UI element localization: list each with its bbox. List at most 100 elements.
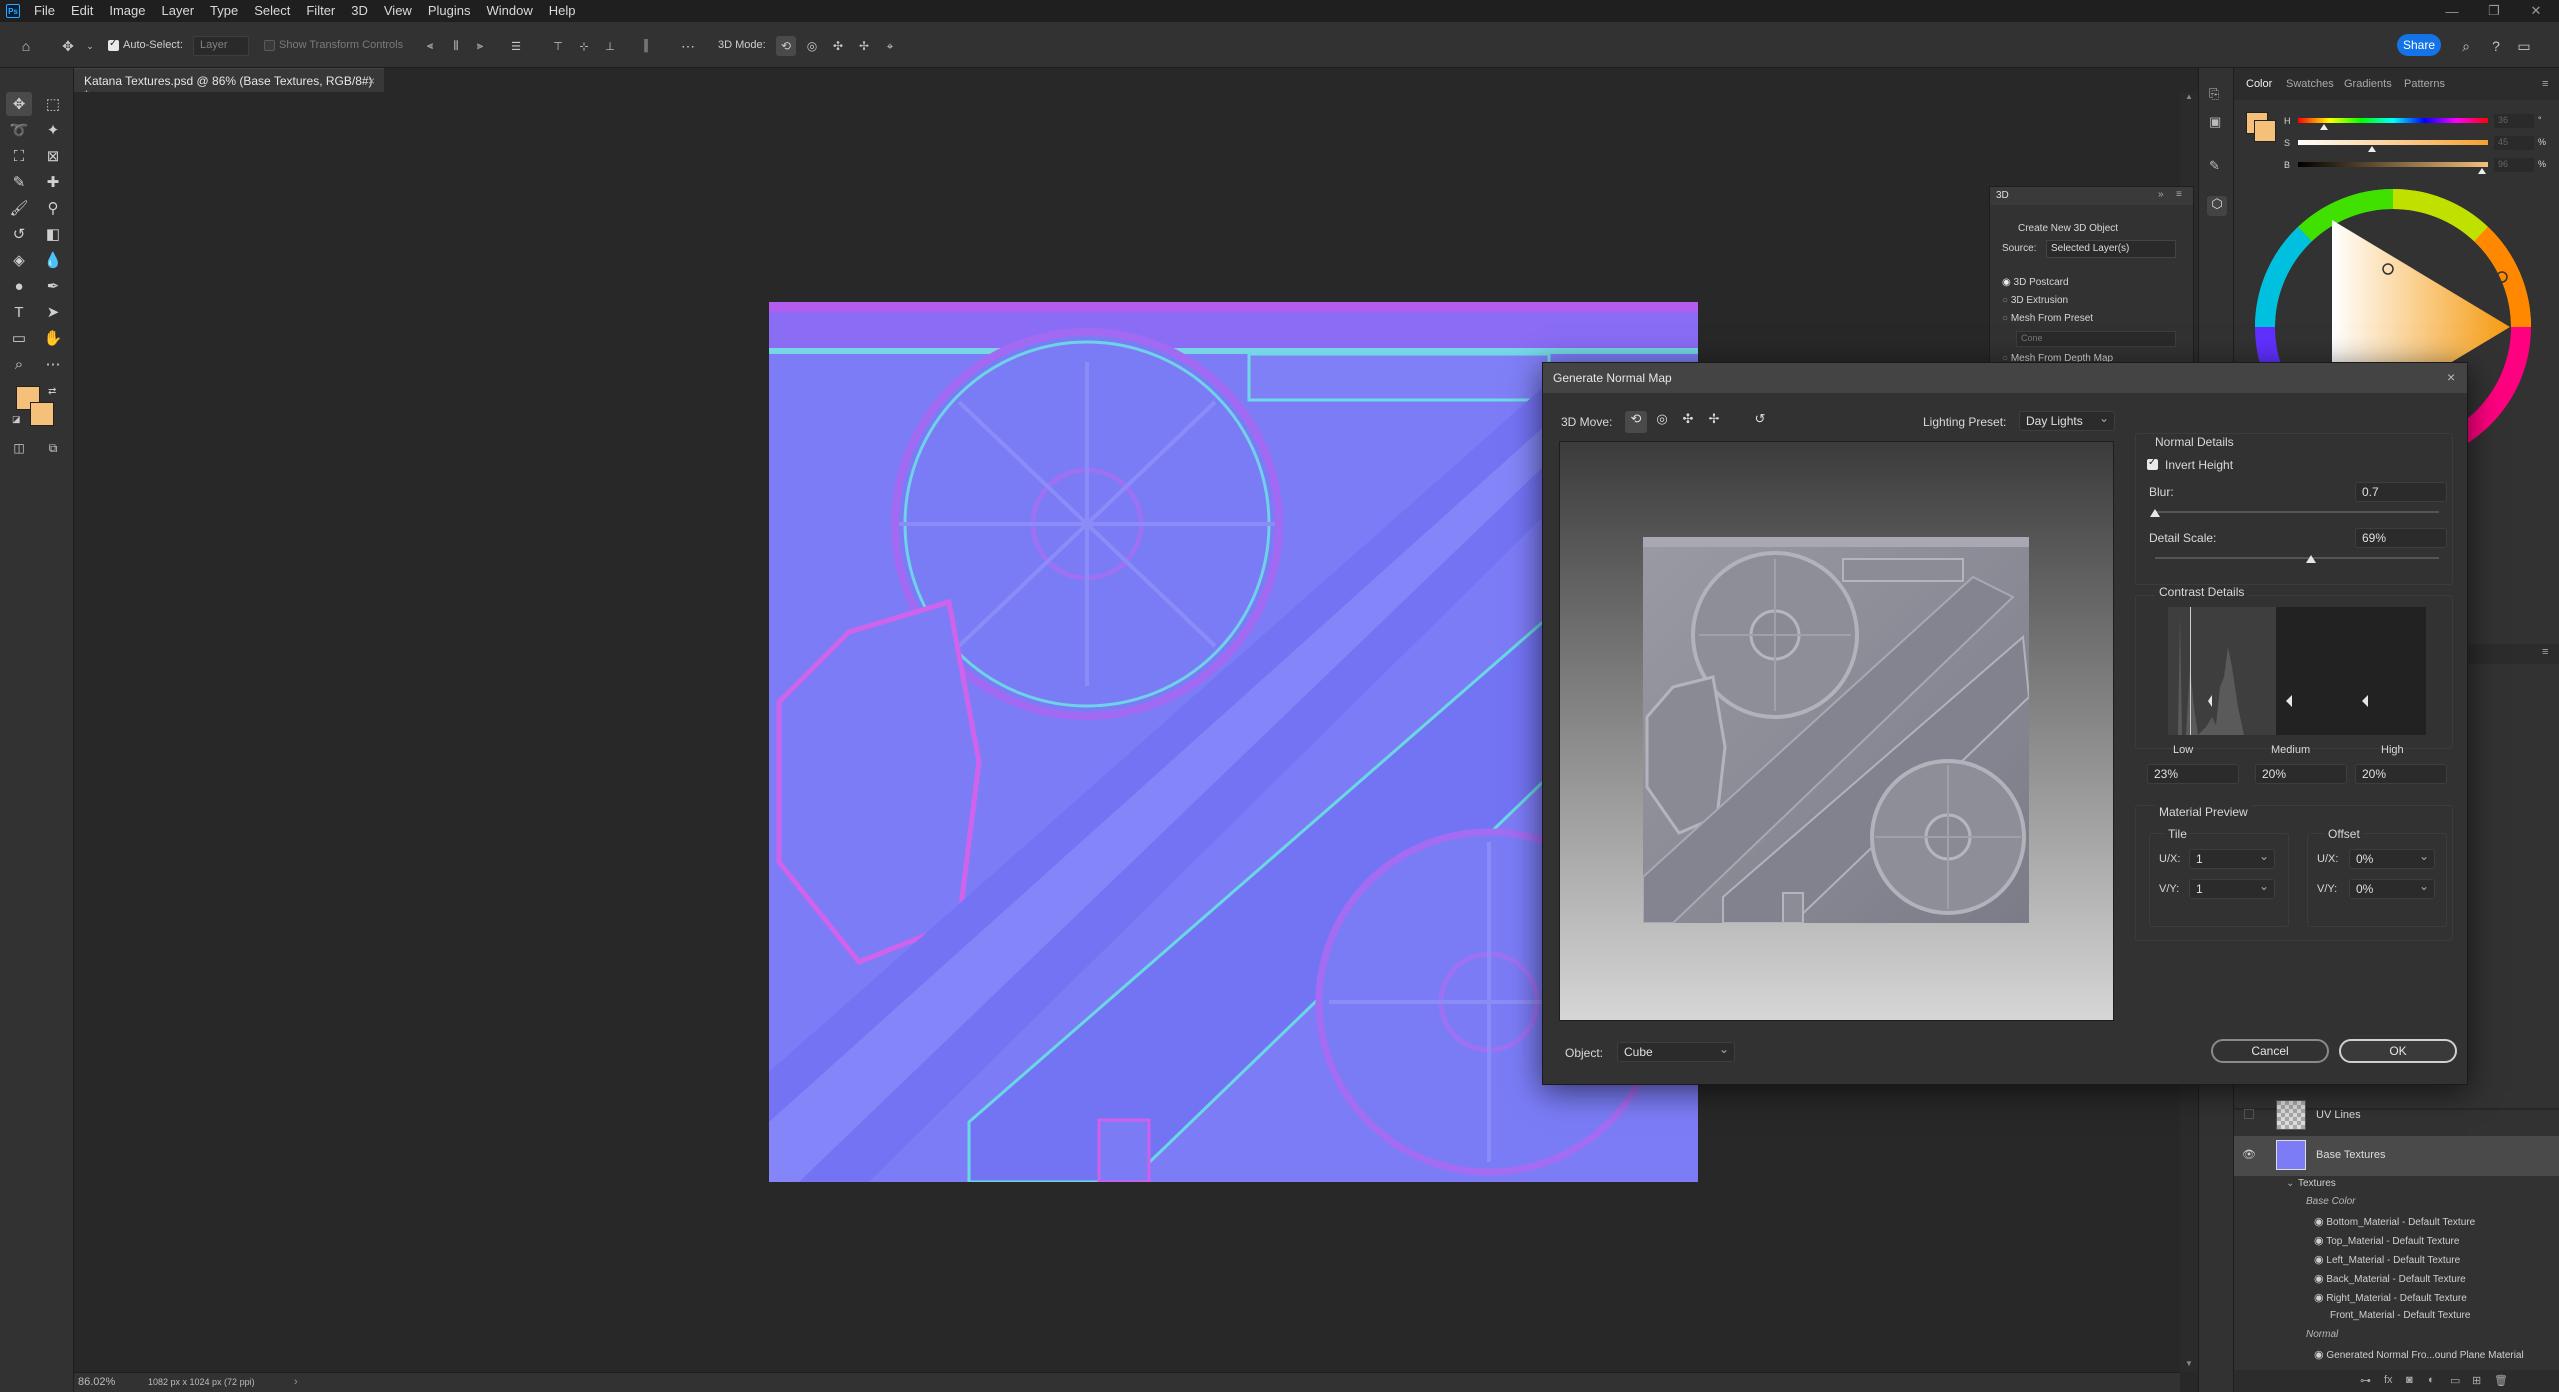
- minimize-button[interactable]: —: [2431, 0, 2473, 22]
- hue-value[interactable]: 36: [2494, 114, 2534, 128]
- 3d-roll-icon[interactable]: ◎: [802, 36, 822, 56]
- auto-select-checkbox[interactable]: [108, 38, 119, 54]
- background-color-swatch[interactable]: [30, 402, 54, 426]
- zoom-tool-icon[interactable]: ⌕: [6, 352, 32, 376]
- blur-tool-icon[interactable]: 💧: [40, 248, 66, 272]
- menu-3d[interactable]: 3D: [343, 0, 376, 22]
- layer-row-base-textures[interactable]: 👁 Base Textures: [2234, 1136, 2559, 1176]
- menu-plugins[interactable]: Plugins: [420, 0, 479, 22]
- align-left-icon[interactable]: ⫷: [420, 36, 440, 56]
- menu-help[interactable]: Help: [541, 0, 584, 22]
- saturation-value[interactable]: 45: [2494, 136, 2534, 150]
- tile-ux-input[interactable]: 1: [2189, 849, 2275, 869]
- visibility-toggle-off[interactable]: [2244, 1109, 2254, 1119]
- hue-slider[interactable]: [2298, 118, 2488, 123]
- rectangle-tool-icon[interactable]: ▭: [6, 326, 32, 350]
- transform-controls-checkbox[interactable]: [264, 40, 275, 54]
- collapse-panel-icon[interactable]: »: [2158, 189, 2164, 200]
- move-tool-icon[interactable]: ✥: [58, 36, 78, 56]
- move-tool-icon[interactable]: ✥: [6, 92, 32, 116]
- scroll-up-icon[interactable]: ▲: [2185, 92, 2193, 101]
- contrast-medium-input[interactable]: 20%: [2255, 764, 2347, 784]
- tab-gradients[interactable]: Gradients: [2344, 78, 2392, 90]
- align-center-icon[interactable]: ⫼: [446, 36, 466, 56]
- frame-tool-icon[interactable]: ⊠: [40, 144, 66, 168]
- menu-file[interactable]: File: [26, 0, 63, 22]
- close-tab-icon[interactable]: ×: [368, 74, 375, 88]
- textures-expand-icon[interactable]: ⌄: [2286, 1178, 2294, 1189]
- healing-brush-icon[interactable]: ✚: [40, 170, 66, 194]
- menu-filter[interactable]: Filter: [298, 0, 343, 22]
- brightness-slider-thumb[interactable]: [2478, 168, 2486, 174]
- align-middle-icon[interactable]: ⊹: [574, 36, 594, 56]
- pen-tool-icon[interactable]: ✒: [40, 274, 66, 298]
- tile-vy-input[interactable]: 1: [2189, 879, 2275, 899]
- menu-type[interactable]: Type: [202, 0, 246, 22]
- default-colors-icon[interactable]: ◪: [12, 414, 21, 425]
- layer-name-base-textures[interactable]: Base Textures: [2316, 1149, 2386, 1161]
- 3d-pan-icon[interactable]: ✣: [828, 36, 848, 56]
- maximize-button[interactable]: ❐: [2473, 0, 2515, 22]
- photoshop-logo-icon[interactable]: Ps: [6, 4, 20, 18]
- object-dropdown[interactable]: Cube: [1617, 1042, 1735, 1062]
- close-window-button[interactable]: ✕: [2515, 0, 2557, 22]
- screen-mode-icon[interactable]: ⧉: [40, 436, 66, 460]
- delete-layer-icon[interactable]: 🗑: [2494, 1374, 2508, 1387]
- brightness-value[interactable]: 96: [2494, 158, 2534, 172]
- reset-view-icon[interactable]: ↺: [1749, 411, 1771, 433]
- quick-mask-icon[interactable]: ◫: [6, 436, 32, 460]
- chevron-down-icon[interactable]: ⌄: [80, 36, 100, 56]
- saturation-slider[interactable]: [2298, 140, 2488, 145]
- source-dropdown[interactable]: Selected Layer(s): [2046, 240, 2176, 258]
- clone-stamp-icon[interactable]: ⚲: [40, 196, 66, 220]
- ok-button[interactable]: OK: [2339, 1039, 2457, 1063]
- more-options-icon[interactable]: ⋯: [678, 36, 698, 56]
- menu-select[interactable]: Select: [246, 0, 298, 22]
- layer-row-uv-lines[interactable]: UV Lines: [2234, 1096, 2559, 1136]
- saturation-slider-thumb[interactable]: [2368, 146, 2376, 152]
- dodge-tool-icon[interactable]: ●: [6, 274, 32, 298]
- material-item-right[interactable]: ◉ Right_Material - Default Texture: [2314, 1291, 2467, 1304]
- brush-settings-icon[interactable]: ✎: [2209, 158, 2220, 174]
- lighting-preset-dropdown[interactable]: Day Lights: [2019, 411, 2115, 431]
- normal-map-item[interactable]: ◉ Generated Normal Fro...ound Plane Mate…: [2314, 1348, 2524, 1361]
- align-bottom-icon[interactable]: ⊥: [600, 36, 620, 56]
- slide-camera-icon[interactable]: ✢: [1703, 411, 1725, 433]
- home-icon[interactable]: ⌂: [16, 36, 36, 56]
- rotate-camera-icon[interactable]: ⟲: [1625, 411, 1647, 433]
- scroll-down-icon[interactable]: ▼: [2185, 1359, 2193, 1368]
- pan-camera-icon[interactable]: ✣: [1677, 411, 1699, 433]
- invert-height-checkbox[interactable]: [2147, 457, 2158, 473]
- menu-view[interactable]: View: [376, 0, 420, 22]
- paint-bucket-icon[interactable]: ◈: [6, 248, 32, 272]
- align-top-icon[interactable]: ⊤: [548, 36, 568, 56]
- dialog-close-icon[interactable]: ×: [2447, 369, 2455, 385]
- new-layer-icon[interactable]: ⊞: [2472, 1374, 2481, 1387]
- tab-patterns[interactable]: Patterns: [2404, 78, 2445, 90]
- new-group-icon[interactable]: ▭: [2450, 1374, 2460, 1387]
- option-3d-extrusion[interactable]: ○ 3D Extrusion: [2002, 295, 2068, 306]
- brush-tool-icon[interactable]: 🖌: [6, 196, 32, 220]
- panel-menu-icon[interactable]: ≡: [2176, 189, 2182, 200]
- eye-icon[interactable]: 👁: [2242, 1148, 2256, 1161]
- history-brush-icon[interactable]: ↺: [6, 222, 32, 246]
- option-3d-postcard[interactable]: ◉ 3D Postcard: [2002, 277, 2069, 288]
- marquee-tool-icon[interactable]: ⬚: [40, 92, 66, 116]
- offset-ux-input[interactable]: 0%: [2349, 849, 2435, 869]
- material-item-front[interactable]: Front_Material - Default Texture: [2330, 1310, 2470, 1321]
- document-tab[interactable]: Katana Textures.psd @ 86% (Base Textures…: [74, 68, 384, 102]
- history-panel-icon[interactable]: ⎘: [2209, 86, 2219, 102]
- magic-wand-icon[interactable]: ✦: [40, 118, 66, 142]
- zoom-level[interactable]: 86.02%: [78, 1376, 115, 1388]
- detail-scale-slider-thumb[interactable]: [2306, 555, 2317, 563]
- blur-slider-thumb[interactable]: [2150, 509, 2160, 517]
- swap-colors-icon[interactable]: ⇄: [48, 386, 56, 397]
- link-layers-icon[interactable]: ⊶: [2360, 1374, 2371, 1387]
- distribute-vertical-icon[interactable]: ║: [636, 36, 656, 56]
- menu-layer[interactable]: Layer: [154, 0, 203, 22]
- contrast-low-input[interactable]: 23%: [2147, 764, 2239, 784]
- type-tool-icon[interactable]: T: [6, 300, 32, 324]
- 3d-rotate-icon[interactable]: ⟲: [776, 36, 796, 56]
- offset-vy-input[interactable]: 0%: [2349, 879, 2435, 899]
- menu-edit[interactable]: Edit: [63, 0, 101, 22]
